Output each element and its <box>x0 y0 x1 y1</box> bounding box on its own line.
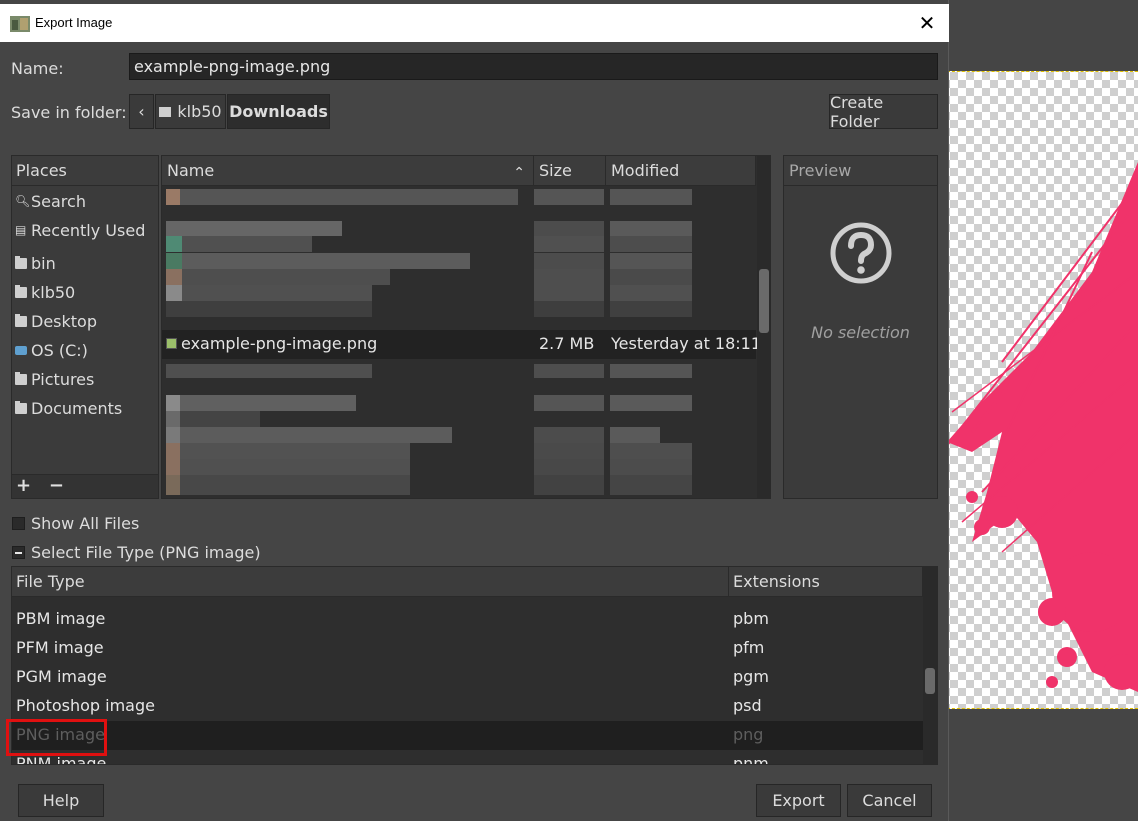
place-klb50[interactable]: klb50 <box>15 279 75 305</box>
title-bar: Export Image ✕ <box>0 4 949 42</box>
export-button[interactable]: Export <box>756 784 841 817</box>
close-button[interactable]: ✕ <box>912 10 942 36</box>
preview-panel: Preview No selection <box>783 155 938 499</box>
preview-header: Preview <box>784 156 937 186</box>
save-in-folder-label: Save in folder: <box>11 103 127 122</box>
file-modified: Yesterday at 18:11 <box>611 334 762 353</box>
file-type-header: File Type Extensions <box>12 567 923 597</box>
folder-icon <box>15 255 27 269</box>
export-image-dialog: Export Image ✕ Name: example-png-image.p… <box>0 0 949 821</box>
name-label: Name: <box>11 59 64 78</box>
paint-splatter-image <box>942 162 1138 692</box>
recent-icon: ▤ <box>15 223 27 237</box>
file-name: example-png-image.png <box>181 334 378 353</box>
breadcrumb-label: klb50 <box>177 102 222 121</box>
place-documents[interactable]: Documents <box>15 395 122 421</box>
column-name[interactable]: Name ⌃ <box>162 156 534 186</box>
file-type-row[interactable]: Photoshop image psd <box>12 692 923 721</box>
file-type-scrollbar[interactable] <box>923 567 937 764</box>
remove-place-button[interactable]: − <box>49 475 64 496</box>
file-list: Name ⌃ Size Modified example-png-image.p… <box>161 155 771 499</box>
folder-icon <box>159 106 172 117</box>
place-bin[interactable]: bin <box>15 250 56 276</box>
image-file-icon <box>166 338 177 349</box>
file-type-row[interactable]: PBM image pbm <box>12 605 923 634</box>
place-label: Search <box>31 191 86 211</box>
column-size[interactable]: Size <box>534 156 606 186</box>
create-folder-button[interactable]: Create Folder <box>829 93 938 131</box>
places-header: Places <box>12 156 158 186</box>
checkbox-icon <box>12 517 25 530</box>
column-modified[interactable]: Modified <box>606 156 756 186</box>
file-type-name: PGM image <box>16 667 107 686</box>
select-file-type-expander[interactable]: Select File Type (PNG image) <box>12 543 261 562</box>
breadcrumb-klb50[interactable]: klb50 <box>155 94 226 129</box>
filename-input[interactable]: example-png-image.png <box>129 53 938 80</box>
column-label: Name <box>167 161 215 180</box>
show-all-files-checkbox[interactable]: Show All Files <box>12 514 139 533</box>
place-label: bin <box>31 253 56 273</box>
search-icon: 🔍︎ <box>15 194 31 208</box>
place-recently-used[interactable]: ▤ Recently Used <box>15 217 145 243</box>
png-highlight-annotation <box>6 719 107 756</box>
place-pictures[interactable]: Pictures <box>15 366 94 392</box>
file-type-ext: pgm <box>733 667 769 686</box>
window-title: Export Image <box>35 15 113 30</box>
file-type-list: File Type Extensions PBM image pbm PFM i… <box>11 566 938 765</box>
breadcrumb-downloads[interactable]: Downloads <box>227 94 330 129</box>
column-extensions[interactable]: Extensions <box>729 567 923 597</box>
cancel-button[interactable]: Cancel <box>847 784 932 817</box>
file-list-header: Name ⌃ Size Modified <box>162 156 756 186</box>
place-desktop[interactable]: Desktop <box>15 308 97 334</box>
folder-icon <box>15 313 27 327</box>
file-type-row[interactable]: PFM image pfm <box>12 634 923 663</box>
file-type-ext: png <box>733 725 764 744</box>
drive-icon <box>15 345 27 355</box>
add-place-button[interactable]: + <box>16 475 31 496</box>
place-label: OS (C:) <box>31 340 88 360</box>
place-label: Recently Used <box>31 220 146 240</box>
column-file-type[interactable]: File Type <box>12 567 729 597</box>
file-type-scroll-thumb[interactable] <box>925 668 935 694</box>
place-label: Pictures <box>31 369 95 389</box>
file-type-row-selected[interactable]: PNG image png <box>12 721 923 750</box>
gimp-app-icon <box>10 16 30 32</box>
place-label: Documents <box>31 398 123 418</box>
place-label: klb50 <box>31 282 76 302</box>
file-type-ext: psd <box>733 696 762 715</box>
file-size: 2.7 MB <box>539 334 595 353</box>
path-back-button[interactable]: ‹ <box>129 94 154 129</box>
folder-icon <box>15 371 27 385</box>
checkbox-label: Show All Files <box>31 514 140 533</box>
file-type-ext: pbm <box>733 609 769 628</box>
file-type-ext: pnm <box>733 754 769 765</box>
no-selection-text: No selection <box>811 323 910 342</box>
file-type-name: PBM image <box>16 609 106 628</box>
place-os-c[interactable]: OS (C:) <box>15 337 88 363</box>
place-search[interactable]: 🔍︎ Search <box>15 188 86 214</box>
file-type-name: PFM image <box>16 638 104 657</box>
places-footer: + − <box>12 474 158 498</box>
collapse-icon <box>12 546 25 559</box>
places-panel: Places 🔍︎ Search ▤ Recently Used bin klb… <box>11 155 159 499</box>
folder-icon <box>15 284 27 298</box>
file-type-row[interactable]: PNM image pnm <box>12 750 923 765</box>
file-type-row[interactable]: PGM image pgm <box>12 663 923 692</box>
expander-label: Select File Type (PNG image) <box>31 543 261 562</box>
file-type-name: Photoshop image <box>16 696 155 715</box>
image-canvas <box>942 71 1138 709</box>
place-label: Desktop <box>31 311 97 331</box>
file-list-scroll-thumb[interactable] <box>759 269 769 333</box>
folder-icon <box>15 400 27 414</box>
help-button[interactable]: Help <box>18 784 104 817</box>
sort-ascending-icon: ⌃ <box>513 165 525 181</box>
file-type-ext: pfm <box>733 638 765 657</box>
question-mark-icon <box>830 222 892 284</box>
